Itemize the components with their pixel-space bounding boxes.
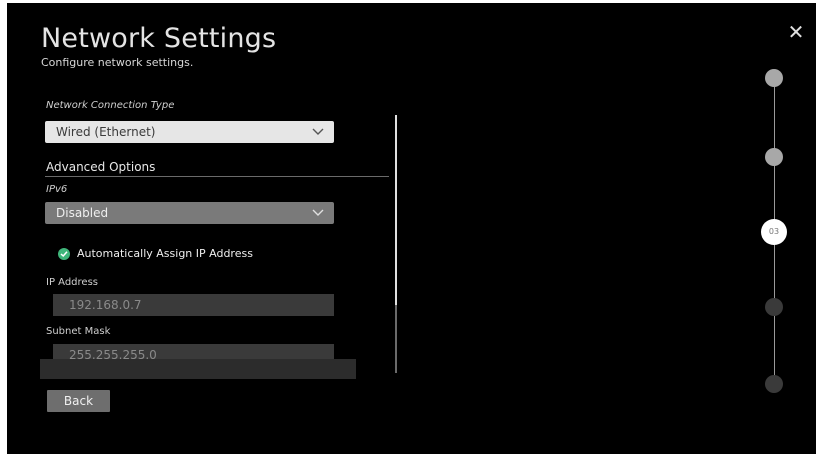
step-2 bbox=[765, 148, 783, 166]
scrollbar-thumb[interactable] bbox=[395, 115, 397, 305]
ipv6-value: Disabled bbox=[56, 206, 109, 220]
step-1 bbox=[765, 69, 783, 87]
advanced-options-heading: Advanced Options bbox=[46, 160, 156, 174]
chevron-down-icon bbox=[312, 128, 324, 135]
ip-address-field[interactable]: 192.168.0.7 bbox=[53, 294, 334, 316]
page-subtitle: Configure network settings. bbox=[41, 56, 194, 69]
close-icon[interactable]: ✕ bbox=[785, 21, 807, 43]
ipv6-label: IPv6 bbox=[46, 184, 68, 195]
connection-type-label: Network Connection Type bbox=[46, 100, 175, 111]
connection-type-select[interactable]: Wired (Ethernet) bbox=[45, 121, 334, 143]
ipv6-select[interactable]: Disabled bbox=[45, 202, 334, 224]
section-divider bbox=[45, 176, 389, 177]
step-4 bbox=[765, 298, 783, 316]
step-5 bbox=[765, 375, 783, 393]
chevron-down-icon bbox=[312, 209, 324, 216]
bottom-fade-bar bbox=[40, 359, 356, 379]
connection-type-value: Wired (Ethernet) bbox=[56, 125, 156, 139]
network-settings-screen: Network Settings Configure network setti… bbox=[7, 3, 816, 454]
subnet-mask-label: Subnet Mask bbox=[46, 326, 111, 337]
back-button[interactable]: Back bbox=[47, 390, 110, 412]
step-3-current: 03 bbox=[761, 219, 787, 245]
auto-assign-ip-label[interactable]: Automatically Assign IP Address bbox=[77, 247, 253, 260]
ip-address-label: IP Address bbox=[46, 277, 98, 288]
checkmark-icon[interactable] bbox=[58, 248, 70, 260]
page-title: Network Settings bbox=[41, 23, 277, 54]
